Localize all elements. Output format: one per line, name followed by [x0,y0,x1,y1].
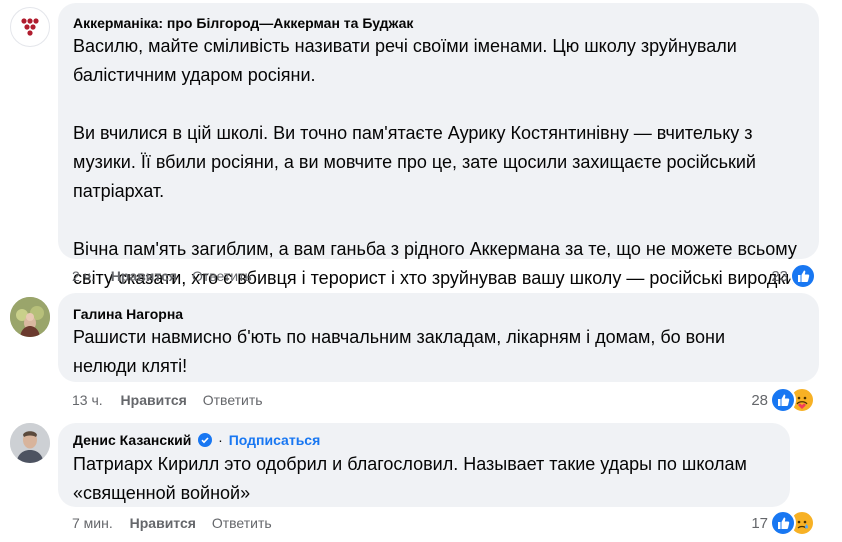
comment-paragraph: Ви вчилися в цій школі. Ви точно пам'ята… [73,123,756,201]
follow-button[interactable]: Подписаться [229,432,321,448]
reaction-count[interactable]: 28 [738,392,768,409]
comment-author[interactable]: Аккерманіка: про Білгород—Аккерман та Бу… [73,15,413,31]
comment-text: Рашисти навмисно б'ють по навчальним зак… [73,327,726,376]
comment-author: Денис Казанский · Подписаться [73,432,320,448]
like-icon[interactable] [790,263,816,289]
reaction-count[interactable]: 17 [738,515,768,532]
like-button[interactable]: Нравится [130,515,196,531]
comment-text: Василю, майте сміливість називати речі с… [73,32,808,293]
comment-author[interactable]: Галина Нагорна [73,306,183,322]
author-name[interactable]: Денис Казанский [73,432,191,448]
user-photo-icon [10,423,50,463]
comment-paragraph: Василю, майте сміливість називати речі с… [73,36,737,85]
reply-button[interactable]: Ответить [203,392,263,408]
akkermanika-logo-icon [21,18,39,36]
user-photo-icon [10,297,50,337]
comment-actions: 2 ч. Нравится Ответить [72,268,252,284]
separator: · [218,432,223,448]
like-button[interactable]: Нравится [121,392,187,408]
like-button[interactable]: Нравится [111,268,177,284]
reaction-count[interactable]: 23 [758,268,788,285]
avatar-denys[interactable] [10,423,50,463]
like-icon[interactable] [770,387,796,413]
verified-badge-icon [198,433,213,447]
comment-time[interactable]: 2 ч. [72,268,95,284]
reply-button[interactable]: Ответить [212,515,272,531]
reply-button[interactable]: Ответить [192,268,252,284]
comment-text: Патриарх Кирилл это одобрил и благослови… [73,454,747,503]
avatar-halyna[interactable] [10,297,50,337]
avatar-akkermanika[interactable] [10,7,50,47]
comment-paragraph: Вічна пам'ять загиблим, а вам ганьба з р… [73,239,801,288]
comment-actions: 7 мин. Нравится Ответить [72,515,272,531]
like-icon[interactable] [770,510,796,536]
comment-time[interactable]: 7 мин. [72,515,113,531]
comment-time[interactable]: 13 ч. [72,392,103,408]
comment-actions: 13 ч. Нравится Ответить [72,392,263,408]
